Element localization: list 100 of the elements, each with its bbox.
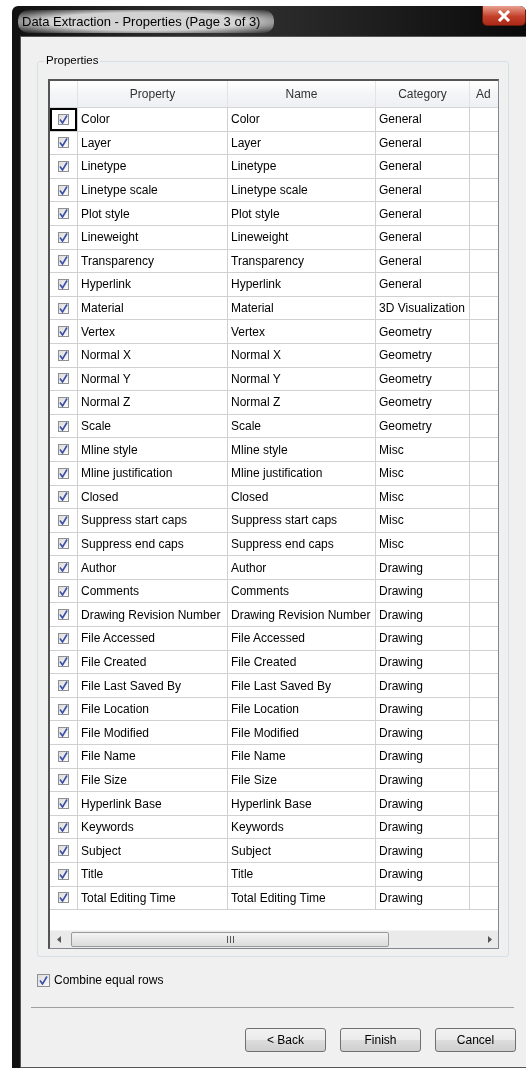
table-cell: Hyperlink bbox=[228, 273, 376, 297]
row-checkbox[interactable] bbox=[58, 680, 69, 692]
table-cell: File Created bbox=[78, 650, 228, 675]
table-cell: Lineweight bbox=[228, 225, 376, 250]
table-cell: Drawing bbox=[376, 556, 470, 580]
table-cell: Transparency bbox=[78, 249, 228, 274]
row-checkbox[interactable] bbox=[58, 184, 69, 196]
table-cell: File Created bbox=[228, 650, 376, 675]
table-cell: File Modified bbox=[78, 721, 228, 746]
table-cell: File Name bbox=[78, 745, 228, 769]
row-checkbox[interactable] bbox=[58, 349, 69, 361]
row-checkbox[interactable] bbox=[58, 774, 69, 786]
table-cell: File Location bbox=[228, 697, 376, 722]
row-checkbox[interactable] bbox=[58, 656, 69, 668]
row-checkbox[interactable] bbox=[58, 255, 69, 267]
row-checkbox[interactable] bbox=[58, 137, 69, 149]
table-cell: Geometry bbox=[376, 414, 470, 439]
table-cell: Geometry bbox=[376, 343, 470, 368]
row-checkbox[interactable] bbox=[58, 727, 69, 739]
table-cell: Mline justification bbox=[228, 461, 376, 486]
row-checkbox[interactable] bbox=[58, 420, 69, 432]
row-checkbox[interactable] bbox=[58, 113, 69, 125]
table-cell: Material bbox=[228, 296, 376, 321]
window-title: Data Extraction - Properties (Page 3 of 3) bbox=[18, 9, 275, 33]
table-cell: Drawing bbox=[376, 792, 470, 816]
table-cell: Comments bbox=[228, 579, 376, 604]
column-header[interactable]: Property bbox=[78, 81, 228, 107]
row-checkbox[interactable] bbox=[58, 821, 69, 833]
row-checkbox[interactable] bbox=[58, 703, 69, 715]
combine-checkbox[interactable] bbox=[37, 973, 50, 987]
table-cell: Closed bbox=[78, 485, 228, 510]
table-cell: Keywords bbox=[228, 815, 376, 840]
table-cell: Subject bbox=[228, 839, 376, 863]
column-header[interactable]: Ad bbox=[470, 81, 498, 107]
dialog-button[interactable]: Finish bbox=[340, 1028, 421, 1052]
table-cell: General bbox=[376, 249, 470, 274]
row-checkbox[interactable] bbox=[58, 467, 69, 479]
row-checkbox[interactable] bbox=[58, 845, 69, 857]
column-header[interactable]: Category bbox=[376, 81, 470, 107]
row-checkbox[interactable] bbox=[58, 161, 69, 172]
scrollbar-thumb[interactable] bbox=[71, 932, 389, 947]
table-cell: Transparency bbox=[228, 249, 376, 274]
row-checkbox[interactable] bbox=[58, 538, 69, 550]
row-checkbox[interactable] bbox=[58, 396, 69, 408]
row-checkbox[interactable] bbox=[58, 868, 69, 880]
row-checkbox[interactable] bbox=[58, 892, 69, 904]
table-cell: Drawing bbox=[376, 579, 470, 604]
table-cell: Vertex bbox=[78, 320, 228, 344]
table-cell: Color bbox=[228, 108, 376, 132]
row-checkbox[interactable] bbox=[58, 208, 69, 220]
row-checkbox[interactable] bbox=[58, 609, 69, 621]
table-cell: Author bbox=[78, 556, 228, 580]
table-cell: Geometry bbox=[376, 320, 470, 344]
row-checkbox[interactable] bbox=[58, 231, 69, 243]
row-checkbox[interactable] bbox=[58, 798, 69, 809]
table-cell: Linetype bbox=[78, 155, 228, 179]
table-cell: Closed bbox=[228, 485, 376, 510]
table-cell: General bbox=[376, 178, 470, 203]
horizontal-scrollbar[interactable] bbox=[50, 930, 498, 948]
row-checkbox[interactable] bbox=[58, 302, 69, 314]
table-cell: Subject bbox=[78, 839, 228, 863]
row-checkbox[interactable] bbox=[58, 373, 69, 385]
table-cell: Scale bbox=[228, 414, 376, 439]
row-checkbox[interactable] bbox=[58, 491, 69, 503]
row-checkbox[interactable] bbox=[58, 750, 69, 762]
table-cell: Drawing bbox=[376, 745, 470, 769]
table-cell: Linetype scale bbox=[78, 178, 228, 203]
dialog-button[interactable]: < Back bbox=[245, 1028, 326, 1052]
table-cell: Linetype bbox=[228, 155, 376, 179]
table-cell: Geometry bbox=[376, 367, 470, 392]
scroll-right-icon[interactable] bbox=[487, 936, 492, 943]
table-cell: Drawing bbox=[376, 886, 470, 911]
row-checkbox[interactable] bbox=[58, 562, 69, 574]
table-cell: Normal Y bbox=[228, 367, 376, 392]
table-cell: Layer bbox=[78, 131, 228, 156]
table-cell: Drawing bbox=[376, 697, 470, 722]
table-cell: General bbox=[376, 155, 470, 179]
row-checkbox[interactable] bbox=[58, 326, 69, 338]
table-cell: Linetype scale bbox=[228, 178, 376, 203]
scroll-left-icon[interactable] bbox=[56, 936, 61, 943]
close-button[interactable] bbox=[482, 6, 526, 26]
table-cell: File Name bbox=[228, 745, 376, 769]
table-cell: Lineweight bbox=[78, 225, 228, 250]
table-cell: Hyperlink Base bbox=[78, 792, 228, 816]
table-cell: Author bbox=[228, 556, 376, 580]
dialog-button[interactable]: Cancel bbox=[435, 1028, 516, 1052]
row-checkbox[interactable] bbox=[58, 278, 69, 290]
row-checkbox[interactable] bbox=[58, 632, 69, 644]
checkbox-label: Combine equal rows bbox=[54, 973, 164, 987]
table-cell: File Last Saved By bbox=[228, 674, 376, 698]
table-cell: File Last Saved By bbox=[78, 674, 228, 698]
table-cell: Drawing bbox=[376, 650, 470, 675]
table-cell: Drawing Revision Number bbox=[228, 603, 376, 628]
row-checkbox[interactable] bbox=[58, 514, 69, 526]
table-cell: Scale bbox=[78, 414, 228, 439]
column-header[interactable]: Name bbox=[228, 81, 376, 107]
table-cell: Mline style bbox=[78, 438, 228, 462]
row-checkbox[interactable] bbox=[58, 585, 69, 597]
row-checkbox[interactable] bbox=[58, 444, 69, 456]
table-cell: Plot style bbox=[228, 202, 376, 226]
